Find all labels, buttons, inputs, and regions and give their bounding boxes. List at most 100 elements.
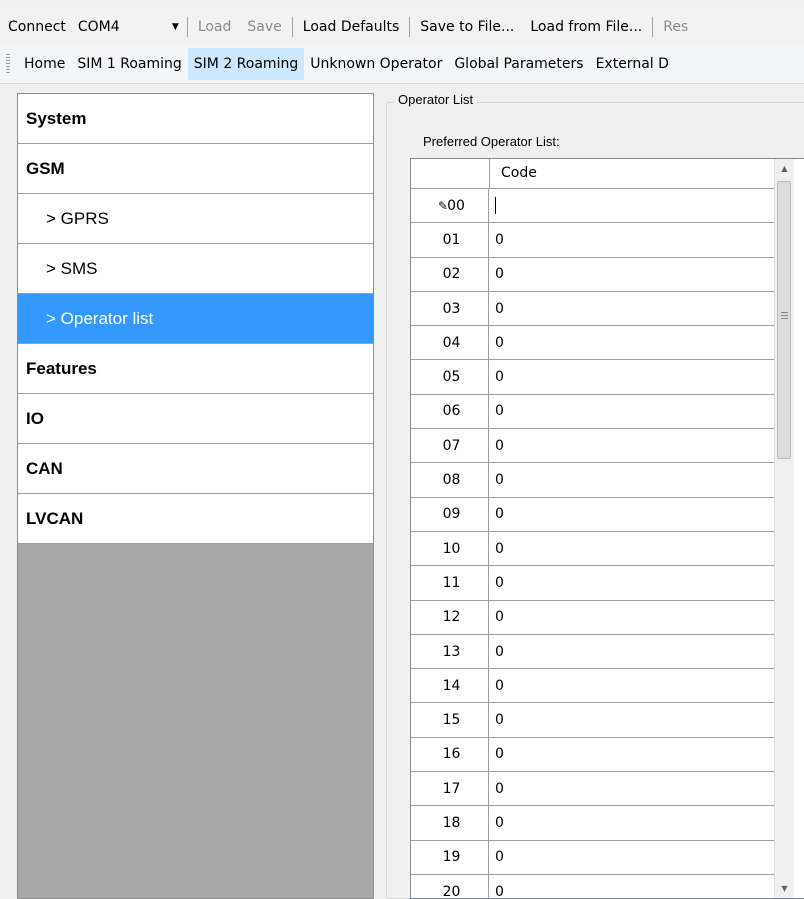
row-index: 18 [442,814,461,831]
scrollbar-thumb[interactable] [777,181,791,459]
table-row[interactable]: 08 0 [411,463,774,498]
row-header[interactable]: 11 [411,566,489,600]
chevron-down-icon[interactable]: ▼ [172,22,179,32]
table-row[interactable]: 17 0 [411,772,774,807]
tab-unknown-operator[interactable]: Unknown Operator [304,48,448,80]
table-row[interactable]: ✎ 00 [411,189,774,224]
code-cell[interactable]: 0 [489,292,774,325]
port-select[interactable]: COM4 ▼ [74,19,185,35]
table-row[interactable]: 15 0 [411,703,774,738]
load-defaults-button[interactable]: Load Defaults [295,14,407,40]
code-cell[interactable]: 0 [489,566,774,599]
row-header[interactable]: 08 [411,463,489,497]
operator-grid: Code ✎ 00 01 0 02 0 03 0 04 0 05 0 06 0 07 0 08 0 09 0 10 0 11… [410,158,804,899]
load-button[interactable]: Load [190,14,240,40]
nav-can[interactable]: CAN [18,444,373,494]
row-header[interactable]: 06 [411,394,489,429]
nav-lvcan[interactable]: LVCAN [18,494,373,544]
row-header[interactable]: 20 [411,874,489,898]
code-cell[interactable] [489,189,774,222]
row-header[interactable]: 02 [411,257,489,291]
code-cell[interactable]: 0 [489,635,774,668]
code-cell[interactable]: 0 [489,429,774,462]
code-cell[interactable]: 0 [489,875,774,898]
save-button[interactable]: Save [239,14,289,40]
table-row[interactable]: 05 0 [411,360,774,395]
code-cell[interactable]: 0 [489,772,774,805]
code-cell[interactable]: 0 [489,703,774,736]
code-cell[interactable]: 0 [489,841,774,874]
code-cell[interactable]: 0 [489,258,774,291]
save-to-file-button[interactable]: Save to File... [412,14,522,40]
table-row[interactable]: 12 0 [411,600,774,635]
code-cell[interactable]: 0 [489,532,774,565]
table-row[interactable]: 07 0 [411,429,774,464]
tab-sim1-roaming[interactable]: SIM 1 Roaming [71,48,187,80]
tab-home[interactable]: Home [18,48,71,80]
table-row[interactable]: 19 0 [411,840,774,875]
scroll-down-icon[interactable]: ▼ [775,879,794,898]
table-row[interactable]: 11 0 [411,566,774,601]
row-header[interactable]: 01 [411,223,489,257]
table-row[interactable]: 09 0 [411,497,774,532]
code-value: 0 [495,437,504,454]
table-row[interactable]: 04 0 [411,326,774,361]
row-header[interactable]: 19 [411,840,489,874]
row-header[interactable]: 13 [411,634,489,669]
code-cell[interactable]: 0 [489,360,774,393]
table-row[interactable]: 16 0 [411,737,774,773]
row-header[interactable]: 12 [411,600,489,634]
row-header[interactable]: 18 [411,806,489,840]
row-header[interactable]: 15 [411,703,489,737]
scroll-up-icon[interactable]: ▲ [775,159,794,178]
tab-sim2-roaming[interactable]: SIM 2 Roaming [187,48,305,80]
reset-button[interactable]: Res [655,14,696,40]
code-cell[interactable]: 0 [489,738,774,771]
row-header[interactable]: ✎ 00 [411,189,489,223]
row-header[interactable]: 14 [411,669,489,703]
row-index: 09 [442,506,461,523]
table-row[interactable]: 13 0 [411,634,774,670]
row-header[interactable]: 05 [411,360,489,394]
row-header[interactable]: 17 [411,772,489,806]
table-row[interactable]: 18 0 [411,806,774,841]
table-row[interactable]: 10 0 [411,531,774,567]
nav-gsm[interactable]: GSM [18,144,373,194]
code-cell[interactable]: 0 [489,463,774,496]
toolbar-separator [409,17,411,37]
row-header[interactable]: 04 [411,326,489,360]
vertical-scrollbar[interactable]: ▲ ▼ [774,159,794,898]
row-header[interactable]: 16 [411,737,489,772]
tab-global-parameters[interactable]: Global Parameters [448,48,589,80]
connect-button[interactable]: Connect [0,14,74,40]
code-cell[interactable]: 0 [489,395,774,428]
code-cell[interactable]: 0 [489,806,774,839]
grid-corner-header[interactable] [411,159,490,188]
table-row[interactable]: 14 0 [411,669,774,704]
table-row[interactable]: 02 0 [411,257,774,292]
thumb-grip-icon [781,312,788,319]
code-cell[interactable]: 0 [489,326,774,359]
table-row[interactable]: 20 0 [411,874,774,898]
nav-gprs[interactable]: > GPRS [18,194,373,244]
row-header[interactable]: 09 [411,497,489,531]
row-header[interactable]: 10 [411,531,489,566]
code-cell[interactable]: 0 [489,223,774,256]
nav-sms[interactable]: > SMS [18,244,373,294]
row-header[interactable]: 07 [411,429,489,463]
table-row[interactable]: 01 0 [411,223,774,258]
nav-io[interactable]: IO [18,394,373,444]
table-row[interactable]: 03 0 [411,291,774,327]
code-column-header[interactable]: Code [501,165,537,181]
row-header[interactable]: 03 [411,291,489,326]
table-row[interactable]: 06 0 [411,394,774,430]
load-from-file-button[interactable]: Load from File... [522,14,650,40]
code-cell[interactable]: 0 [489,498,774,531]
nav-features[interactable]: Features [18,344,373,394]
code-cell[interactable]: 0 [489,601,774,634]
code-cell[interactable]: 0 [489,669,774,702]
nav-operator-list[interactable]: > Operator list [18,294,373,344]
tab-external-devices[interactable]: External D [590,48,675,80]
toolbar-grip[interactable] [6,54,10,74]
nav-system[interactable]: System [18,94,373,144]
